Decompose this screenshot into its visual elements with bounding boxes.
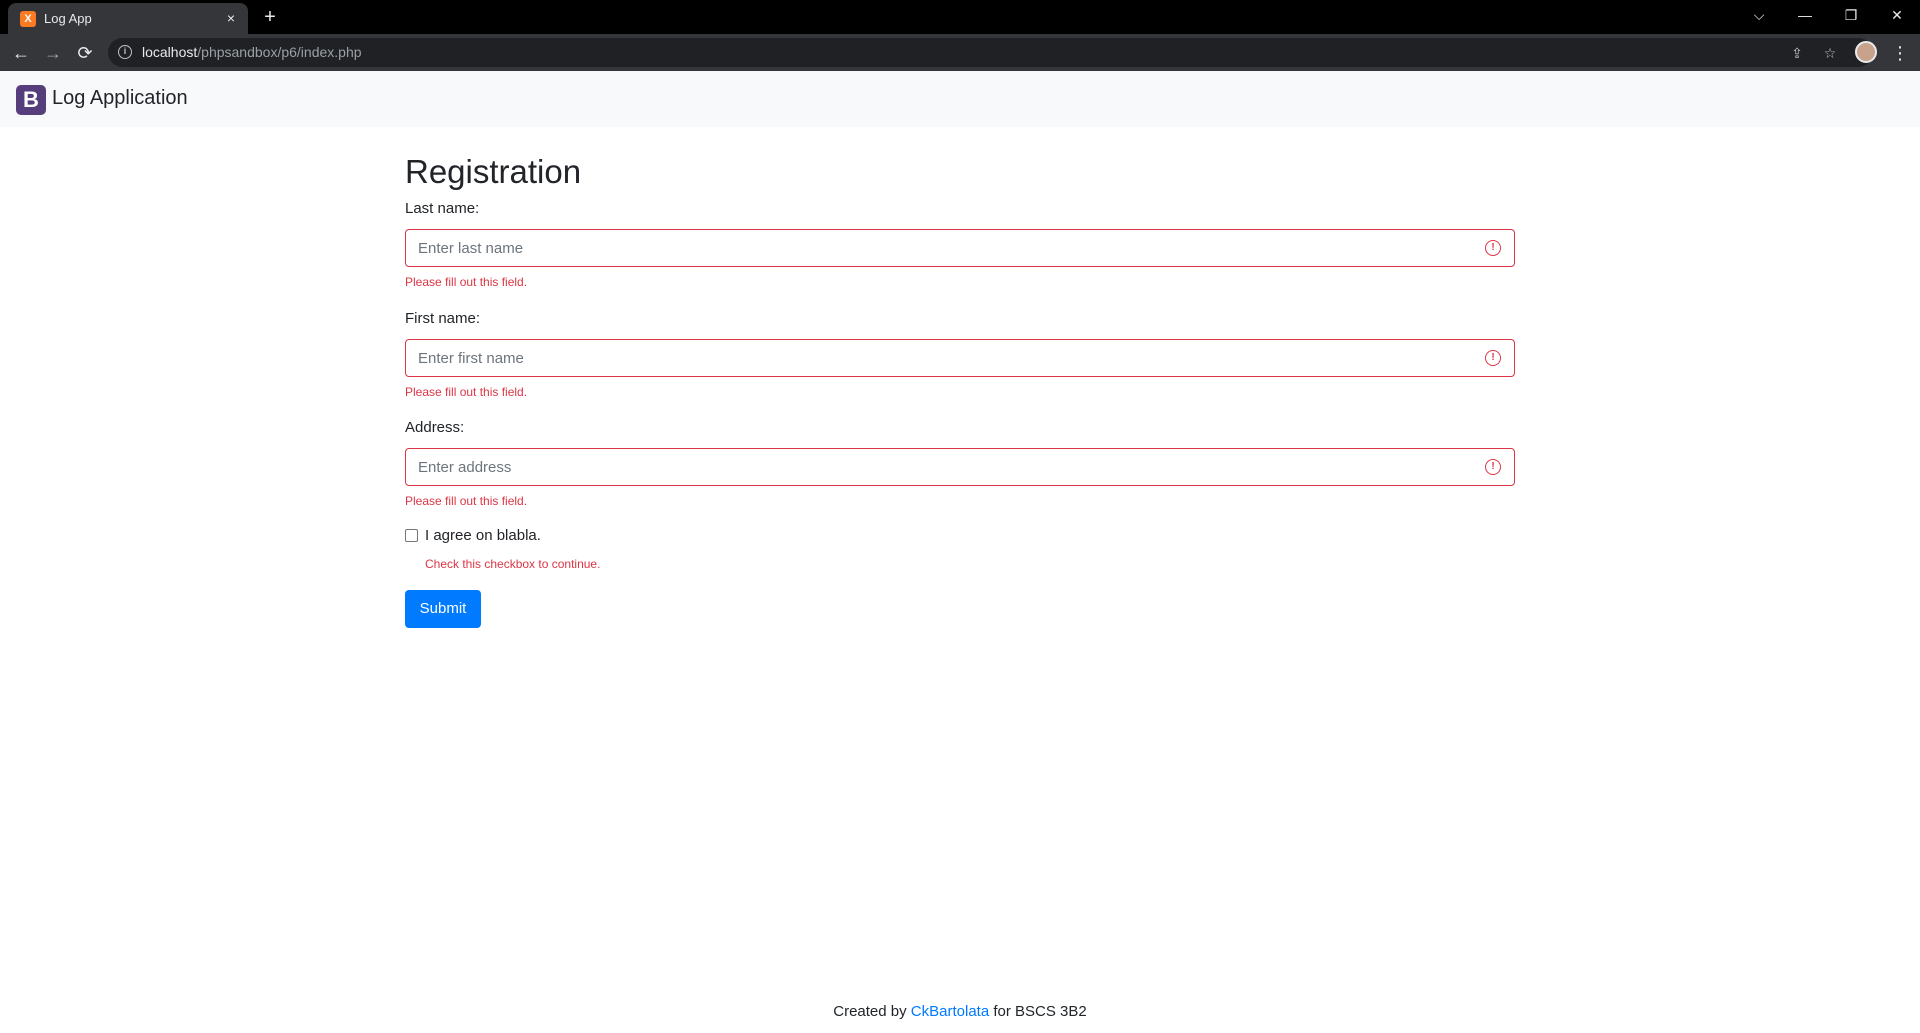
url-host: localhost <box>142 44 198 60</box>
footer-prefix: Created by <box>833 1003 907 1020</box>
footer-author-link[interactable]: CkBartolata <box>911 1003 989 1020</box>
browser-tab[interactable]: X Log App × <box>8 3 248 34</box>
agree-checkbox-label[interactable]: I agree on blabla. <box>425 527 541 544</box>
address-label: Address: <box>405 419 465 436</box>
last-name-label: Last name: <box>405 200 480 217</box>
close-window-button[interactable]: ✕ <box>1874 0 1920 30</box>
first-name-error: Please fill out this field. <box>405 385 528 399</box>
bookmark-star-icon[interactable]: ☆ <box>1819 42 1841 64</box>
xampp-icon: X <box>20 11 36 27</box>
url-path: /phpsandbox/p6/index.php <box>197 44 362 60</box>
submit-button[interactable]: Submit <box>405 590 481 628</box>
agree-checkbox-error: Check this checkbox to continue. <box>425 557 601 571</box>
close-tab-icon[interactable]: × <box>222 9 240 27</box>
new-tab-button[interactable]: + <box>258 6 282 30</box>
invalid-alert-icon: ! <box>1485 240 1501 256</box>
url-text[interactable]: localhost/phpsandbox/p6/index.php <box>142 44 362 60</box>
profile-avatar[interactable] <box>1855 41 1877 63</box>
forward-icon[interactable]: → <box>40 40 66 66</box>
bootstrap-logo-icon[interactable]: B <box>16 85 46 115</box>
last-name-input[interactable] <box>405 229 1515 267</box>
footer-suffix: for BSCS 3B2 <box>993 1003 1087 1020</box>
browser-toolbar: ← → ⟳ i localhost/phpsandbox/p6/index.ph… <box>0 34 1920 71</box>
footer: Created by CkBartolata for BSCS 3B2 <box>0 1003 1920 1020</box>
address-input[interactable] <box>405 448 1515 486</box>
agree-checkbox[interactable] <box>405 529 418 542</box>
invalid-alert-icon: ! <box>1485 350 1501 366</box>
invalid-alert-icon: ! <box>1485 459 1501 475</box>
share-icon[interactable]: ⇪ <box>1786 42 1808 64</box>
last-name-error: Please fill out this field. <box>405 275 528 289</box>
page-title: Registration <box>405 153 582 190</box>
browser-tab-strip: X Log App × + ⌵ — ❐ ✕ <box>0 0 1920 34</box>
tab-title: Log App <box>44 11 92 26</box>
tab-search-icon[interactable]: ⌵ <box>1736 0 1782 30</box>
browser-menu-icon[interactable]: ⋮ <box>1888 40 1912 66</box>
first-name-label: First name: <box>405 310 481 327</box>
reload-icon[interactable]: ⟳ <box>72 40 98 66</box>
back-icon[interactable]: ← <box>8 40 34 66</box>
minimize-button[interactable]: — <box>1782 0 1828 30</box>
info-icon[interactable]: i <box>118 45 132 59</box>
address-error: Please fill out this field. <box>405 494 528 508</box>
address-bar[interactable]: i localhost/phpsandbox/p6/index.php ⇪ ☆ <box>108 38 1873 67</box>
first-name-input[interactable] <box>405 339 1515 377</box>
restore-button[interactable]: ❐ <box>1828 0 1874 30</box>
navbar: B Log Application <box>0 71 1920 127</box>
navbar-brand[interactable]: Log Application <box>52 87 188 110</box>
